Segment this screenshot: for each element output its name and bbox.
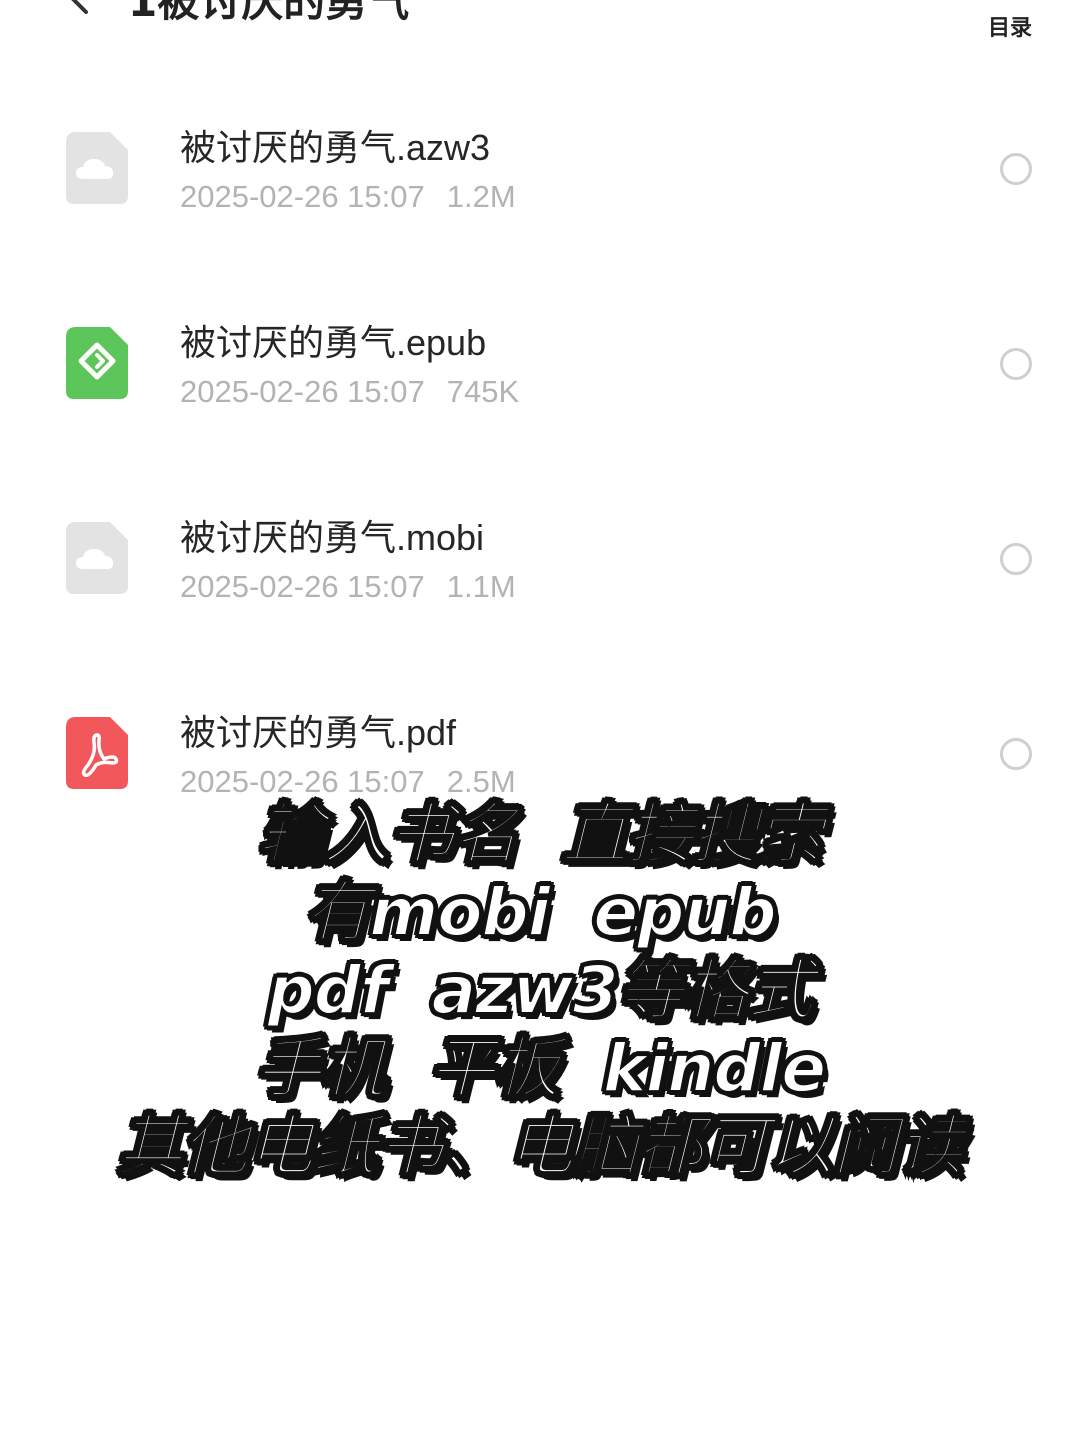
file-date: 2025-02-26 15:07	[180, 764, 425, 799]
file-list: 被讨厌的勇气.azw3 2025-02-26 15:07 1.2M 被讨厌的勇气.…	[0, 97, 1080, 877]
file-meta: 2025-02-26 15:07 2.5M	[180, 764, 516, 800]
epub-file-icon	[66, 327, 128, 399]
file-meta: 2025-02-26 15:07 1.2M	[180, 179, 516, 215]
caption-line: 手机 平板 kindle	[254, 1029, 827, 1108]
caption-line: 输入书名 直接搜索	[257, 795, 824, 874]
file-size: 1.2M	[446, 179, 516, 214]
select-radio[interactable]	[1000, 153, 1032, 185]
pdf-file-icon	[66, 717, 128, 789]
toc-button[interactable]: 目录	[978, 0, 1042, 42]
top-bar: 1被讨厌的勇气 目录	[0, 0, 1080, 60]
file-date: 2025-02-26 15:07	[180, 569, 425, 604]
overlay-caption: 输入书名 直接搜索 有mobi epub pdf azw3等格式 手机 平板 k…	[0, 795, 1080, 1186]
select-radio[interactable]	[1000, 348, 1032, 380]
file-meta: 2025-02-26 15:07 745K	[180, 374, 519, 410]
file-size: 745K	[446, 374, 520, 409]
caption-line: pdf azw3等格式	[266, 951, 814, 1030]
file-meta: 2025-02-26 15:07 1.1M	[180, 569, 516, 605]
file-date: 2025-02-26 15:07	[180, 374, 425, 409]
file-name: 被讨厌的勇气.epub	[180, 322, 487, 363]
caption-line: 有mobi epub	[303, 873, 777, 952]
file-size: 2.5M	[446, 764, 516, 799]
caption-line: 其他电纸书、电脑都可以阅读	[117, 1107, 965, 1186]
select-radio[interactable]	[1000, 543, 1032, 575]
page-title: 1被讨厌的勇气	[128, 0, 410, 26]
file-row[interactable]: 被讨厌的勇气.epub 2025-02-26 15:07 745K	[0, 292, 1080, 487]
back-arrow-icon[interactable]	[60, 0, 100, 18]
file-name: 被讨厌的勇气.pdf	[180, 712, 457, 753]
list-icon	[990, 0, 1030, 2]
file-date: 2025-02-26 15:07	[180, 179, 425, 214]
select-radio[interactable]	[1000, 738, 1032, 770]
file-row[interactable]: 被讨厌的勇气.mobi 2025-02-26 15:07 1.1M	[0, 487, 1080, 682]
file-name: 被讨厌的勇气.azw3	[180, 127, 491, 168]
file-name: 被讨厌的勇气.mobi	[180, 517, 485, 558]
cloud-file-icon	[66, 132, 128, 204]
cloud-file-icon	[66, 522, 128, 594]
file-row[interactable]: 被讨厌的勇气.azw3 2025-02-26 15:07 1.2M	[0, 97, 1080, 292]
toc-label: 目录	[987, 16, 1032, 41]
file-size: 1.1M	[446, 569, 516, 604]
